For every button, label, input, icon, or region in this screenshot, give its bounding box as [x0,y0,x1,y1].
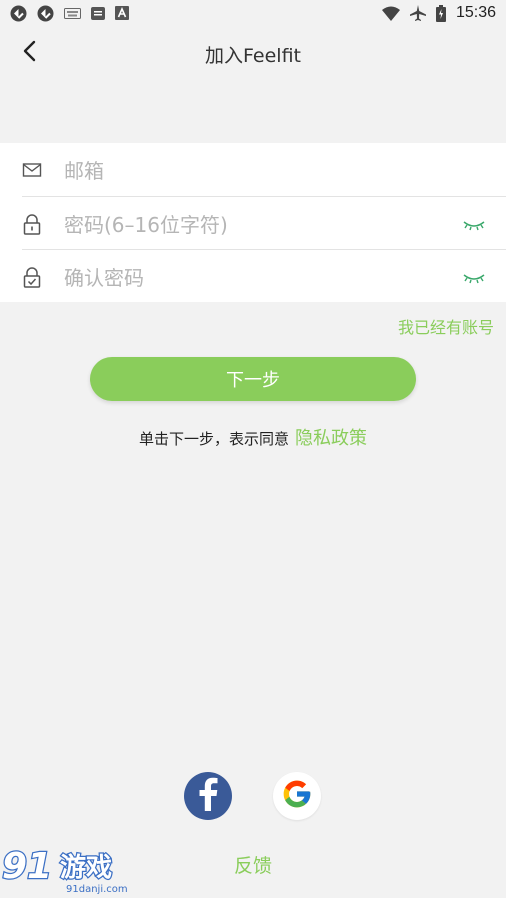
sync-icon [10,5,27,22]
keyboard-icon [64,7,81,20]
privacy-policy-link[interactable]: 隐私政策 [295,424,367,450]
status-time: 15:36 [455,4,496,21]
back-arrow-icon [22,40,36,66]
email-placeholder: 邮箱 [64,159,104,183]
status-bar-right: 15:36 [381,4,496,22]
status-bar: 15:36 [0,0,506,26]
page-title: 加入Feelfit [205,44,301,67]
header: 加入Feelfit [0,26,506,82]
site-watermark-logo: 91 游戏 91danji.com [1,842,142,896]
agreement: 单击下一步，表示同意 隐私政策 [0,424,506,450]
email-field[interactable]: 邮箱 [0,143,506,196]
facebook-login-button[interactable] [184,772,232,820]
svg-text:91: 91 [2,846,52,887]
password-field[interactable]: 密码(6–16位字符) [0,197,506,250]
eye-closed-icon[interactable] [462,270,486,284]
eye-closed-icon[interactable] [462,217,486,231]
svg-text:游戏: 游戏 [60,853,112,883]
sync-icon [37,5,54,22]
app-icon [91,6,105,20]
status-bar-left [10,5,129,22]
confirm-password-placeholder: 确认密码 [64,266,144,290]
signup-form: 邮箱 密码(6–16位字符) 确认密码 [0,143,506,302]
lock-check-icon [22,266,42,288]
confirm-password-field[interactable]: 确认密码 [0,250,506,303]
have-account-link[interactable]: 我已经有账号 [398,314,494,338]
agreement-text: 单击下一步，表示同意 [138,430,289,448]
next-button[interactable]: 下一步 [90,357,416,401]
password-placeholder: 密码(6–16位字符) [64,213,228,237]
lock-icon [22,213,42,235]
social-login [0,772,506,820]
battery-icon [435,4,446,22]
wifi-icon [381,6,400,21]
svg-text:91danji.com: 91danji.com [66,884,128,895]
mail-icon [22,160,42,180]
airplane-icon [409,5,426,21]
google-login-button[interactable] [273,772,321,820]
back-button[interactable] [14,38,44,68]
google-icon [281,778,313,814]
facebook-icon [197,777,219,815]
font-icon [115,6,129,20]
